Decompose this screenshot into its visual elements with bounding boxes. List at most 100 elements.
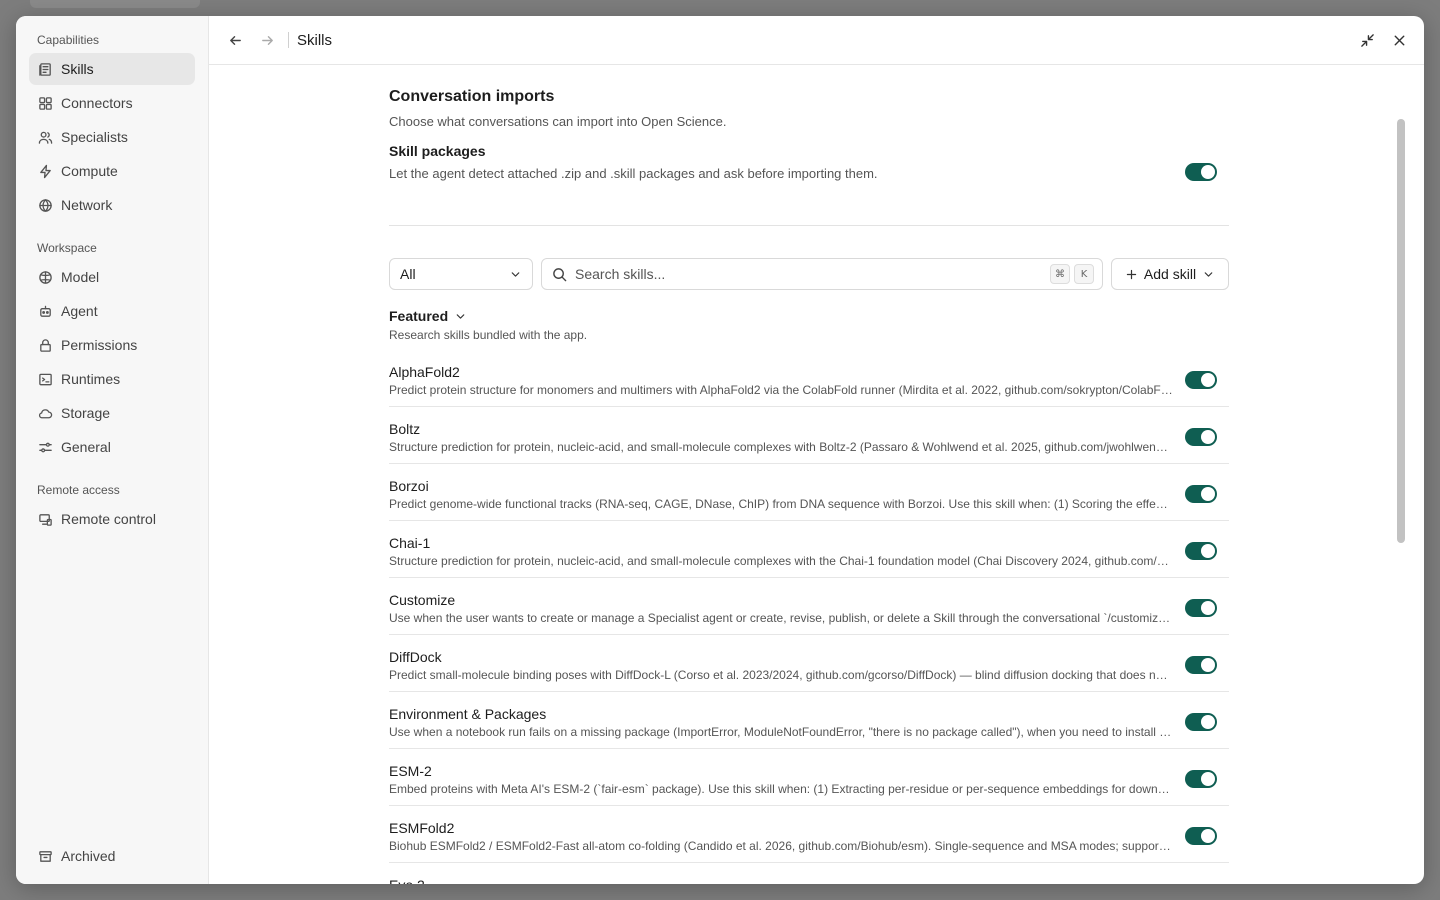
sidebar-item-runtimes[interactable]: Runtimes	[29, 363, 195, 395]
skill-name: ESMFold2	[389, 820, 455, 836]
close-icon	[1394, 35, 1404, 45]
scrollbar-thumb[interactable]	[1397, 119, 1405, 543]
cloud-icon	[37, 405, 53, 421]
sidebar-item-label: Storage	[61, 405, 111, 421]
search-input[interactable]	[575, 266, 1046, 282]
arrow-left-icon	[229, 35, 241, 45]
skill-toggle[interactable]	[1185, 371, 1217, 389]
chevron-down-icon	[511, 271, 520, 277]
featured-section-toggle[interactable]: Featured	[389, 308, 467, 324]
sidebar-item-label: Remote control	[61, 511, 156, 527]
sidebar-item-label: Permissions	[61, 337, 138, 353]
skill-name: Evo 2	[389, 877, 425, 884]
connectors-icon	[37, 95, 53, 111]
skill-description: Embed proteins with Meta AI's ESM-2 (`fa…	[389, 782, 1173, 796]
skill-name: AlphaFold2	[389, 364, 460, 380]
content-area: Conversation imports Choose what convers…	[209, 65, 1408, 884]
main-panel: Skills Conversation imports Choose what …	[209, 16, 1424, 884]
plus-icon	[1126, 269, 1137, 279]
robot-icon	[37, 303, 53, 319]
sidebar-item-network[interactable]: Network	[29, 189, 195, 221]
remote-icon	[37, 511, 53, 527]
skill-toggle[interactable]	[1185, 485, 1217, 503]
sliders-icon	[37, 439, 53, 455]
sidebar-item-model[interactable]: Model	[29, 261, 195, 293]
archive-icon	[37, 848, 53, 864]
specialists-icon	[37, 129, 53, 145]
skill-name: ESM-2	[389, 763, 432, 779]
add-skill-label: Add skill	[1143, 266, 1197, 282]
skills-icon	[37, 61, 53, 77]
sidebar-item-label: Model	[61, 269, 100, 285]
skill-toggle[interactable]	[1185, 542, 1217, 560]
skill-name: Borzoi	[389, 478, 429, 494]
scrollbar[interactable]	[1396, 117, 1406, 884]
skill-description: Biohub ESMFold2 / ESMFold2-Fast all-atom…	[389, 839, 1173, 853]
forward-button[interactable]	[256, 29, 278, 51]
skill-row: Boltz Structure prediction for protein, n…	[389, 407, 1229, 464]
skill-name: Environment & Packages	[389, 706, 547, 722]
minimize-arrows-icon	[1360, 33, 1374, 47]
sidebar-item-permissions[interactable]: Permissions	[29, 329, 195, 361]
skill-packages-title: Skill packages	[389, 143, 486, 159]
skill-packages-toggle[interactable]	[1185, 163, 1217, 181]
skill-toggle[interactable]	[1185, 827, 1217, 845]
sidebar: Capabilities Skills Connectors Specialists…	[16, 16, 209, 884]
bolt-icon	[37, 163, 53, 179]
sidebar-item-label: Archived	[61, 848, 116, 864]
sidebar-item-label: Runtimes	[61, 371, 121, 387]
sidebar-item-label: General	[61, 439, 111, 455]
remote-nav: Remote control	[16, 503, 208, 535]
sidebar-item-label: Compute	[61, 163, 118, 179]
add-skill-button[interactable]: Add skill	[1111, 258, 1229, 290]
lock-icon	[37, 337, 53, 353]
settings-window: Capabilities Skills Connectors Specialists…	[16, 16, 1424, 884]
globe-icon	[37, 197, 53, 213]
sidebar-item-archived[interactable]: Archived	[29, 840, 195, 872]
chevron-down-icon	[456, 313, 465, 319]
skill-row: Chai-1 Structure prediction for protein, …	[389, 521, 1229, 578]
sidebar-item-storage[interactable]: Storage	[29, 397, 195, 429]
skill-description: Use when a notebook run fails on a missi…	[389, 725, 1173, 739]
archived-nav: Archived	[29, 838, 195, 872]
background-window-tab	[30, 0, 200, 8]
sidebar-item-label: Connectors	[61, 95, 133, 111]
skill-toggle[interactable]	[1185, 656, 1217, 674]
collapse-button[interactable]	[1356, 29, 1378, 51]
category-filter-select[interactable]: All	[389, 258, 533, 290]
skill-row: ESM-2 Embed proteins with Meta AI's ESM-2…	[389, 749, 1229, 806]
conversation-imports-title: Conversation imports	[389, 88, 555, 105]
sidebar-item-agent[interactable]: Agent	[29, 295, 195, 327]
sidebar-item-specialists[interactable]: Specialists	[29, 121, 195, 153]
skill-toggle[interactable]	[1185, 428, 1217, 446]
sidebar-item-label: Skills	[61, 61, 94, 77]
back-button[interactable]	[224, 29, 246, 51]
skill-name: Chai-1	[389, 535, 431, 551]
close-button[interactable]	[1388, 29, 1410, 51]
skill-toggle[interactable]	[1185, 770, 1217, 788]
skill-row: Customize Use when the user wants to crea…	[389, 578, 1229, 635]
skill-name: Customize	[389, 592, 456, 608]
skill-description: Structure prediction for protein, nuclei…	[389, 554, 1173, 568]
sidebar-item-compute[interactable]: Compute	[29, 155, 195, 187]
featured-title: Featured	[389, 308, 449, 324]
topbar: Skills	[209, 16, 1424, 65]
skill-row: Borzoi Predict genome-wide functional tra…	[389, 464, 1229, 521]
sidebar-item-connectors[interactable]: Connectors	[29, 87, 195, 119]
sidebar-item-label: Agent	[61, 303, 98, 319]
capabilities-section-label: Capabilities	[37, 33, 100, 47]
skill-toggle[interactable]	[1185, 599, 1217, 617]
skill-row: DiffDock Predict small-molecule binding p…	[389, 635, 1229, 692]
sidebar-item-remote-control[interactable]: Remote control	[29, 503, 195, 535]
sidebar-item-general[interactable]: General	[29, 431, 195, 463]
shortcut-key-cmd: ⌘	[1050, 264, 1070, 284]
skill-packages-description: Let the agent detect attached .zip and .…	[389, 166, 878, 181]
sidebar-item-label: Network	[61, 197, 113, 213]
skill-description: Predict genome-wide functional tracks (R…	[389, 497, 1173, 511]
model-icon	[37, 269, 53, 285]
workspace-section-label: Workspace	[37, 241, 97, 255]
sidebar-item-skills[interactable]: Skills	[29, 53, 195, 85]
skill-toggle[interactable]	[1185, 713, 1217, 731]
skill-row: Evo 2Score and generate DNA sequences wi…	[389, 863, 1229, 884]
skill-list: AlphaFold2 Predict protein structure for …	[389, 350, 1229, 884]
